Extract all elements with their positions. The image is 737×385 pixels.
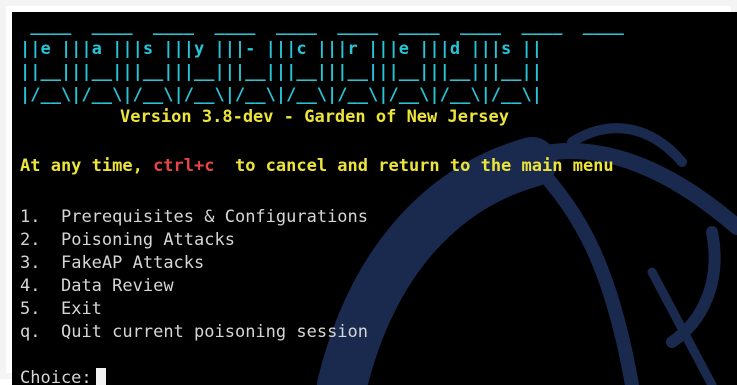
menu-item-label: Poisoning Attacks: [60, 230, 235, 250]
menu-item-key: q.: [20, 322, 41, 342]
menu-item-key: 5.: [20, 299, 41, 319]
menu-item-key: 3.: [20, 253, 41, 273]
notice-key: ctrl+c: [153, 156, 215, 176]
banner-row-top: ____ ____ ____ ____ ____ ____ ____ ____ …: [20, 16, 624, 36]
banner-row-under: ||__|||__|||__|||__|||__|||__|||__|||__|…: [20, 62, 542, 82]
menu-item-label: Prerequisites & Configurations: [60, 207, 369, 227]
block-cursor-icon: [95, 368, 106, 385]
terminal-window[interactable]: ____ ____ ____ ____ ____ ____ ____ ____ …: [12, 12, 737, 385]
menu-item-1[interactable]: 1. Prerequisites & Configurations: [20, 206, 368, 229]
menu-item-2[interactable]: 2. Poisoning Attacks: [20, 229, 235, 252]
version-text: Version 3.8-dev - Garden of New Jersey: [120, 107, 509, 127]
choice-label: Choice:: [20, 368, 92, 385]
menu-item-key: 4.: [20, 276, 41, 296]
menu-item-label: FakeAP Attacks: [60, 253, 205, 273]
menu-item-5[interactable]: 5. Exit: [20, 298, 102, 321]
menu-item-q[interactable]: q. Quit current poisoning session: [20, 321, 368, 344]
menu-item-key: 2.: [20, 230, 41, 250]
banner-row-letters: ||e |||a |||s |||y |||- |||c |||r |||e |…: [20, 39, 542, 59]
notice-suffix: to cancel and return to the main menu: [214, 156, 614, 176]
menu-item-label: Exit: [60, 299, 102, 319]
menu-item-label: Quit current poisoning session: [60, 322, 369, 342]
window-frame: ____ ____ ____ ____ ____ ____ ____ ____ …: [0, 0, 737, 385]
notice-prefix: At any time,: [20, 156, 154, 176]
menu-item-key: 1.: [20, 207, 41, 227]
menu-item-4[interactable]: 4. Data Review: [20, 275, 174, 298]
banner-row-bottom: |/__\|/__\|/__\|/__\|/__\|/__\|/__\|/__\…: [20, 85, 542, 105]
cancel-notice: At any time, ctrl+c to cancel and return…: [20, 155, 614, 178]
choice-prompt[interactable]: Choice:: [20, 367, 106, 385]
menu-item-3[interactable]: 3. FakeAP Attacks: [20, 252, 204, 275]
menu-item-label: Data Review: [60, 276, 174, 296]
